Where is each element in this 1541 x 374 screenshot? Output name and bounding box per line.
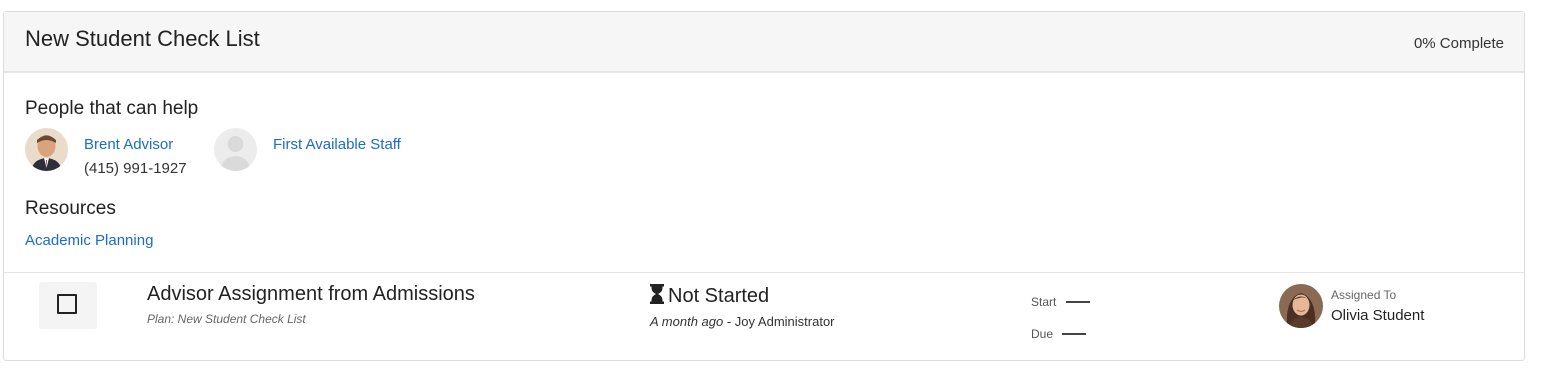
status-time: A month ago xyxy=(650,314,724,329)
hourglass-icon xyxy=(650,284,664,310)
start-empty-dash xyxy=(1066,301,1090,303)
start-label: Start xyxy=(1031,295,1057,309)
placeholder-person-icon xyxy=(214,128,257,171)
resources-heading: Resources xyxy=(25,198,116,219)
due-label: Due xyxy=(1031,327,1054,341)
resource-link-academic-planning[interactable]: Academic Planning xyxy=(25,232,153,249)
task-checkbox-button[interactable] xyxy=(39,282,97,329)
status-label: Not Started xyxy=(668,285,770,307)
advisor-phone: (415) 991-1927 xyxy=(84,160,187,177)
task-status: Not Started xyxy=(650,284,769,310)
advisor-name-link[interactable]: Brent Advisor xyxy=(84,136,173,153)
divider xyxy=(4,272,1524,273)
advisor-avatar xyxy=(25,128,68,171)
checklist-title: New Student Check List xyxy=(25,26,260,51)
assignee-avatar xyxy=(1279,284,1323,328)
task-plan: Plan: New Student Check List xyxy=(147,312,306,326)
completion-status: 0% Complete xyxy=(1413,35,1504,52)
status-by: Joy Administrator xyxy=(734,314,835,329)
assignee-name: Olivia Student xyxy=(1331,307,1425,324)
task-title: Advisor Assignment from Admissions xyxy=(147,283,475,305)
first-available-staff-link[interactable]: First Available Staff xyxy=(273,136,401,153)
assigned-to-label: Assigned To xyxy=(1331,288,1397,302)
people-heading: People that can help xyxy=(25,98,199,119)
checkbox-icon xyxy=(57,294,77,314)
status-separator: - xyxy=(723,314,735,329)
due-empty-dash xyxy=(1062,333,1086,335)
status-meta: A month ago - Joy Administrator xyxy=(650,314,835,329)
card-header: New Student Check List 0% Complete xyxy=(4,12,1524,73)
